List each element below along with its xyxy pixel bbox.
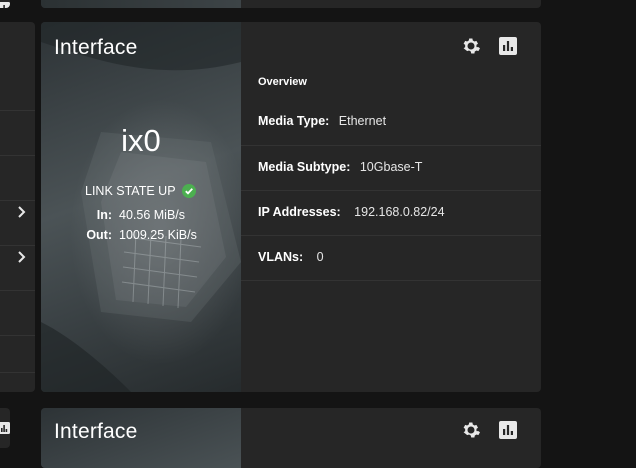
link-state-label: LINK STATE UP [85, 184, 176, 198]
ip-addresses-row: IP Addresses: 192.168.0.82/24 [241, 190, 541, 236]
detail-divider [241, 280, 541, 281]
left-card-bottom [0, 408, 10, 448]
vlans-value: 0 [316, 250, 324, 264]
list-divider [0, 200, 35, 201]
interface-hero: Interface ix0 LINK STATE UP In: 40.56 Mi… [41, 22, 241, 392]
list-divider [0, 245, 35, 246]
ethernet-connector-image [41, 22, 241, 392]
link-state-status: LINK STATE UP [85, 184, 196, 198]
ip-addresses-label: IP Addresses: [258, 205, 341, 219]
list-divider [0, 155, 35, 156]
traffic-in-value: 40.56 MiB/s [119, 208, 186, 222]
chevron-right-icon[interactable] [16, 205, 28, 219]
media-type-value: Ethernet [338, 114, 387, 128]
previous-card-image [41, 0, 241, 8]
interface-details: Overview Media Type: Ethernet Media Subt… [241, 22, 541, 392]
gear-icon[interactable] [461, 420, 481, 440]
next-interface-card: Interface [41, 408, 541, 468]
vlans-label: VLANs: [258, 250, 304, 264]
traffic-out-value: 1009.25 KiB/s [119, 228, 197, 242]
traffic-in-label: In: [96, 208, 112, 222]
list-divider [0, 372, 35, 373]
ip-addresses-value: 192.168.0.82/24 [354, 205, 445, 219]
left-card-top [0, 0, 10, 8]
overview-title: Overview [258, 76, 307, 88]
traffic-out-label: Out: [86, 228, 112, 242]
previous-interface-card [41, 0, 541, 8]
list-divider [0, 335, 35, 336]
list-divider [0, 110, 35, 111]
left-list-card [0, 22, 35, 392]
card-title: Interface [54, 36, 138, 59]
next-card-title: Interface [54, 420, 138, 443]
bar-chart-icon[interactable] [498, 36, 518, 56]
gear-icon[interactable] [461, 36, 481, 56]
bar-chart-icon[interactable] [0, 0, 10, 8]
bar-chart-icon[interactable] [498, 420, 518, 440]
interface-card: Interface ix0 LINK STATE UP In: 40.56 Mi… [41, 22, 541, 392]
vlans-row: VLANs: 0 [241, 235, 541, 281]
list-divider [0, 290, 35, 291]
media-subtype-value: 10Gbase-T [359, 160, 423, 174]
chevron-right-icon[interactable] [16, 250, 28, 264]
interface-name: ix0 [121, 123, 161, 158]
media-type-row: Media Type: Ethernet [241, 100, 541, 145]
check-circle-icon [181, 184, 196, 198]
media-subtype-label: Media Subtype: [258, 160, 351, 174]
media-subtype-row: Media Subtype: 10Gbase-T [241, 145, 541, 191]
media-type-label: Media Type: [258, 114, 330, 128]
